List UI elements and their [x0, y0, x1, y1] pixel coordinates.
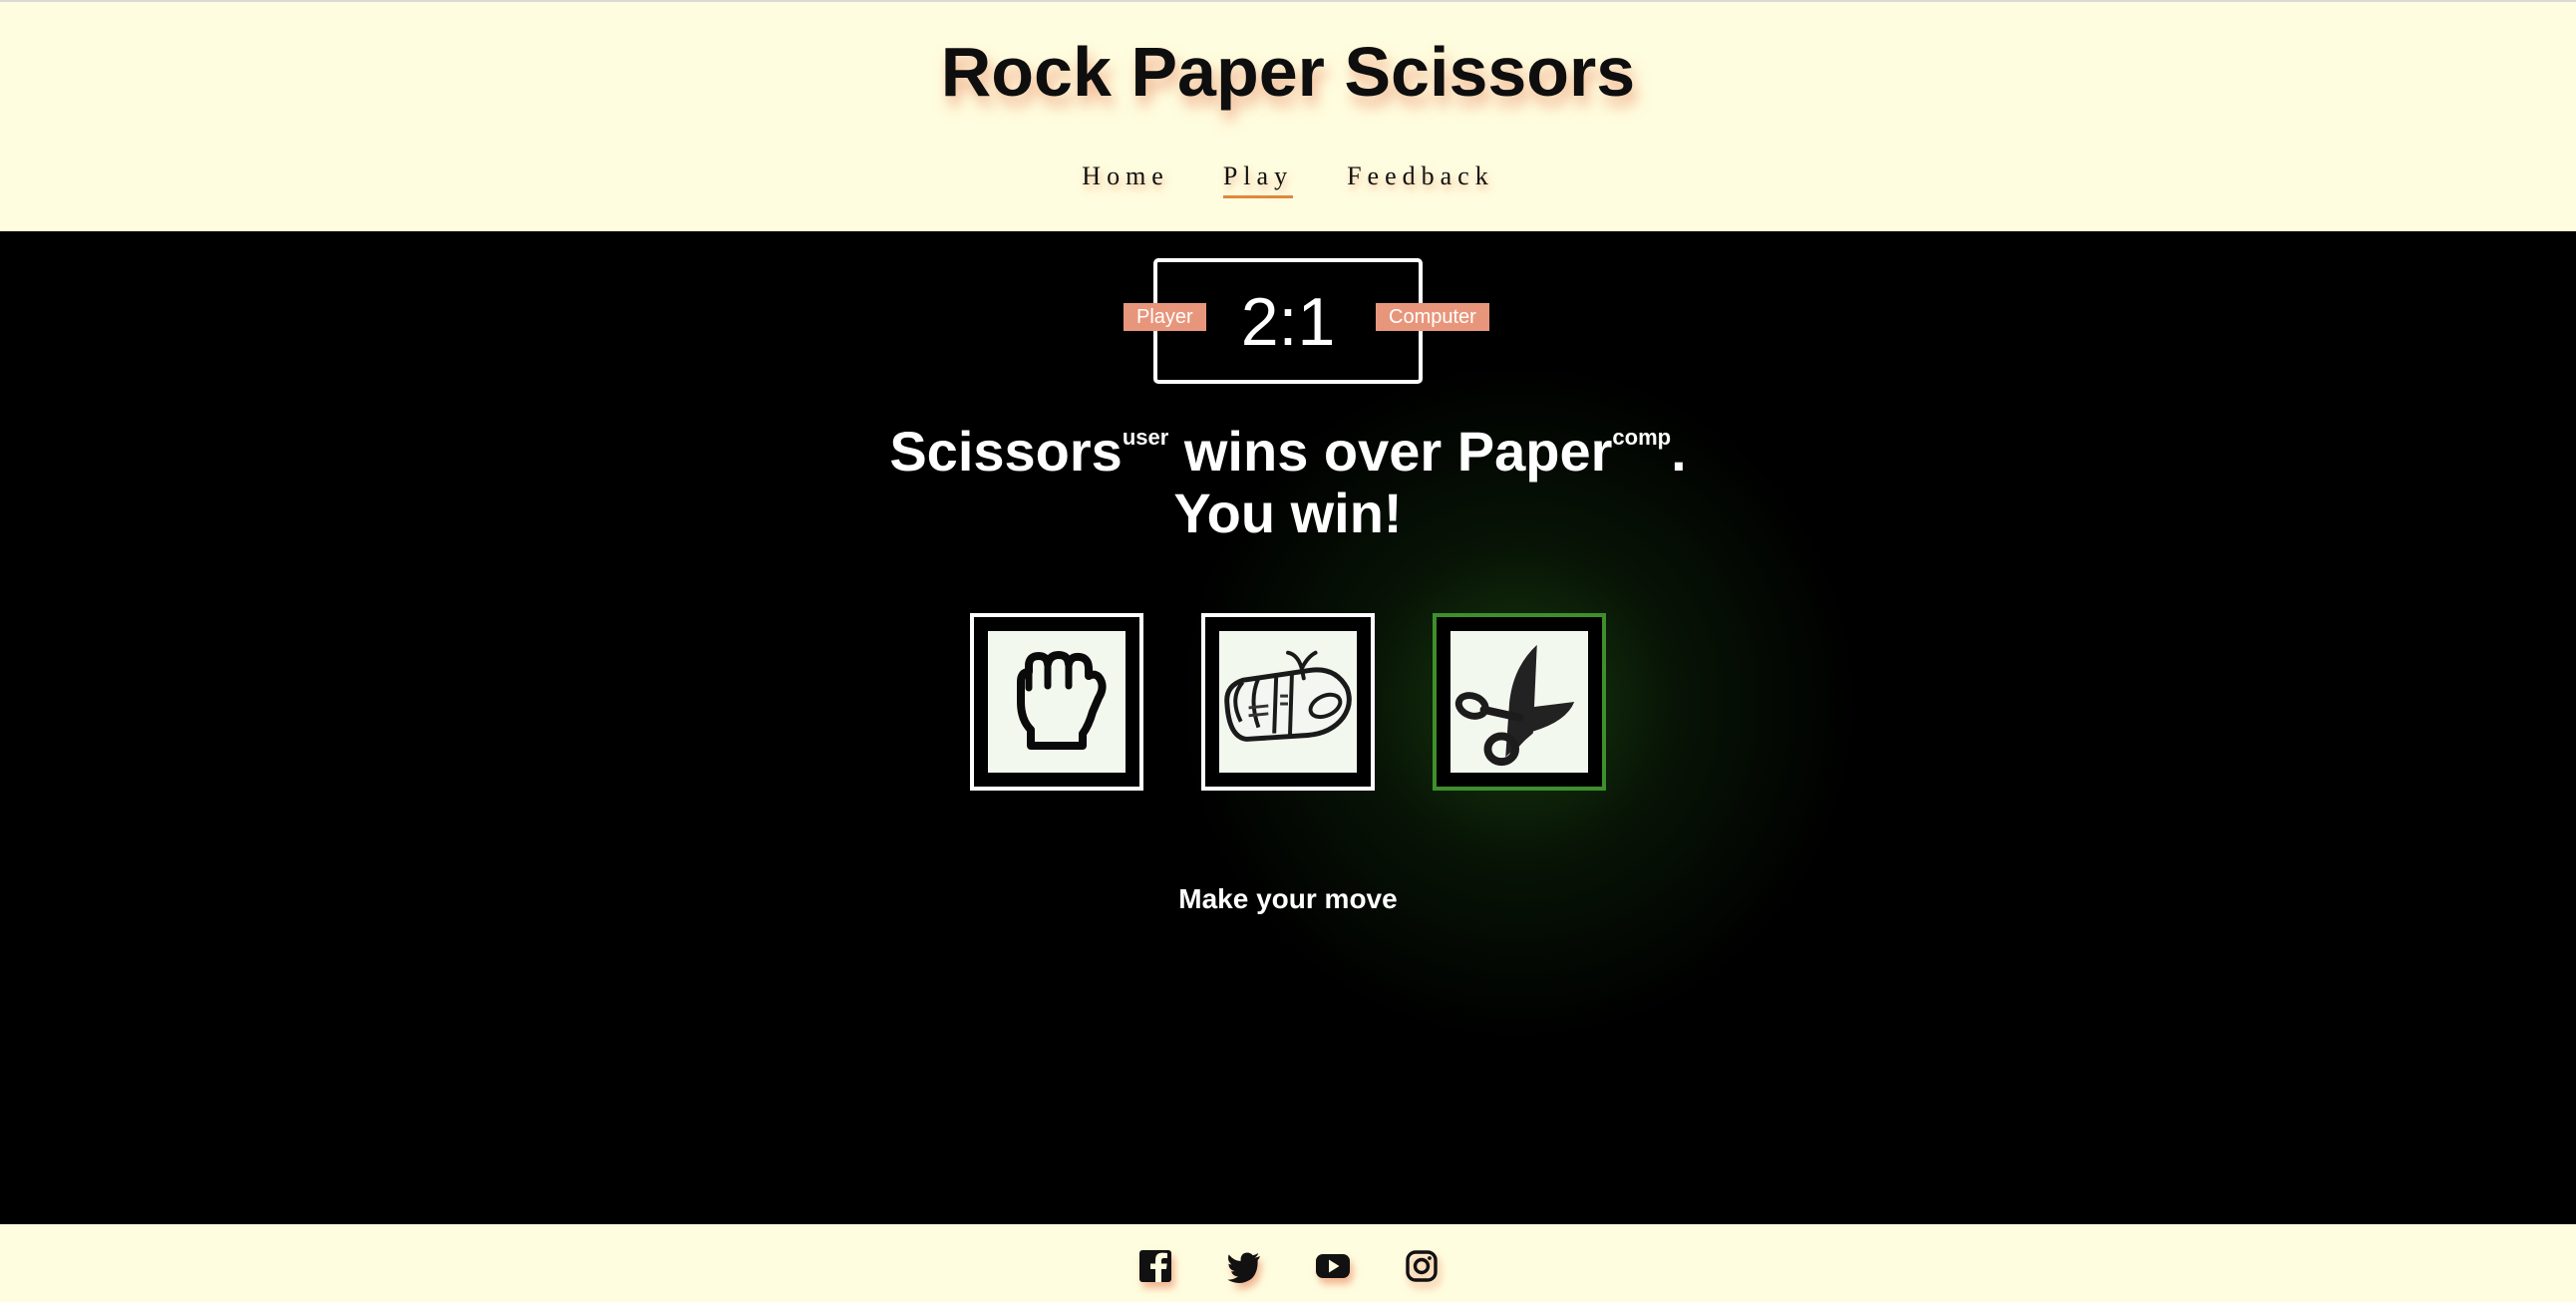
site-footer [0, 1224, 2576, 1302]
move-prompt: Make your move [1178, 883, 1398, 914]
computer-badge: Computer [1376, 303, 1489, 331]
instagram-icon[interactable] [1404, 1248, 1440, 1284]
scissors-button[interactable] [1433, 613, 1606, 791]
paper-button[interactable] [1201, 613, 1375, 791]
result-punctuation: . [1671, 420, 1687, 483]
outcome-text: You win! [1173, 482, 1403, 544]
player-badge: Player [1124, 303, 1206, 331]
newspaper-icon [1224, 650, 1352, 742]
scissors-icon [1454, 644, 1575, 767]
nav-feedback[interactable]: Feedback [1347, 162, 1494, 198]
fist-icon [1017, 651, 1107, 750]
main-nav: Home Play Feedback [0, 162, 2576, 198]
result-line: Scissorsuser wins over Papercomp. [0, 421, 2576, 483]
youtube-icon[interactable] [1315, 1248, 1351, 1284]
site-title: Rock Paper Scissors [940, 33, 1636, 111]
site-header: Rock Paper Scissors Home Play Feedback [0, 0, 2576, 231]
computer-tag: comp [1612, 425, 1672, 450]
result-verb: wins over [1183, 420, 1443, 483]
user-choice: Scissors [889, 420, 1123, 483]
game-area: 2:1 Player Computer Scissorsuser wins ov… [0, 231, 2576, 1224]
social-links [0, 1248, 2576, 1284]
result-message: Scissorsuser wins over Papercomp. You wi… [0, 421, 2576, 544]
user-tag: user [1122, 425, 1169, 450]
nav-home[interactable]: Home [1082, 162, 1169, 198]
computer-choice: Paper [1456, 420, 1613, 483]
rock-button[interactable] [970, 613, 1143, 791]
nav-play[interactable]: Play [1222, 162, 1294, 198]
twitter-icon[interactable] [1226, 1248, 1262, 1284]
facebook-icon[interactable] [1137, 1248, 1173, 1284]
